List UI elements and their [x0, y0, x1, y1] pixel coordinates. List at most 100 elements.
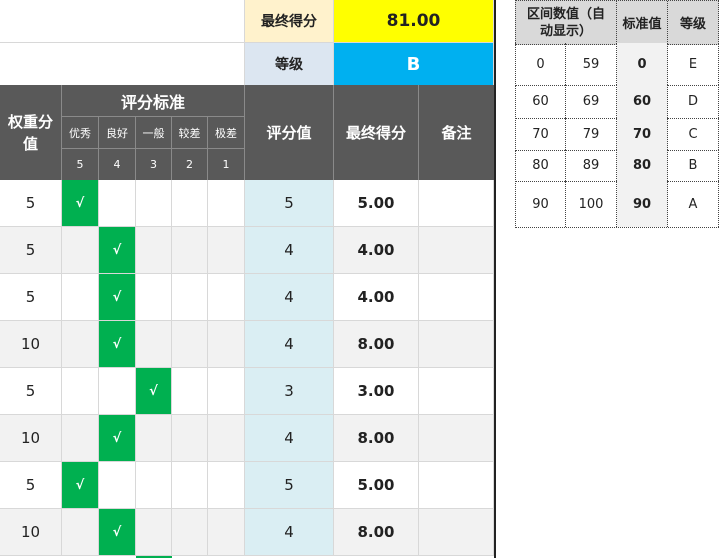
check-cell[interactable]: √ — [62, 180, 99, 227]
check-cell[interactable]: √ — [99, 509, 136, 556]
grade-letter[interactable]: A — [668, 181, 719, 227]
score-cell[interactable]: 4 — [245, 415, 334, 462]
header-score: 评分值 — [245, 85, 334, 180]
check-cell[interactable] — [62, 227, 99, 274]
range-low[interactable]: 90 — [516, 181, 566, 227]
grade-letter[interactable]: B — [668, 150, 719, 181]
check-cell[interactable] — [62, 509, 99, 556]
score-cell[interactable]: 4 — [245, 509, 334, 556]
score-cell[interactable]: 5 — [245, 462, 334, 509]
check-cell[interactable] — [172, 227, 208, 274]
check-cell[interactable] — [208, 462, 245, 509]
header-criteria: 评分标准 — [62, 85, 245, 117]
range-high[interactable]: 59 — [566, 43, 617, 85]
check-cell[interactable]: √ — [99, 227, 136, 274]
weight-cell[interactable]: 5 — [0, 180, 62, 227]
final-score-cell[interactable]: 8.00 — [334, 415, 419, 462]
check-cell[interactable] — [99, 368, 136, 415]
note-cell[interactable] — [419, 415, 494, 462]
check-cell[interactable] — [172, 509, 208, 556]
check-cell[interactable]: √ — [99, 415, 136, 462]
check-cell[interactable] — [208, 509, 245, 556]
final-score-cell[interactable]: 3.00 — [334, 368, 419, 415]
weight-cell[interactable]: 10 — [0, 509, 62, 556]
score-cell[interactable]: 4 — [245, 274, 334, 321]
note-cell[interactable] — [419, 274, 494, 321]
standard-value[interactable]: 60 — [617, 85, 668, 118]
standard-value[interactable]: 70 — [617, 118, 668, 150]
check-cell[interactable] — [136, 321, 172, 368]
check-cell[interactable] — [62, 321, 99, 368]
weight-cell[interactable]: 5 — [0, 368, 62, 415]
grade-letter[interactable]: C — [668, 118, 719, 150]
check-cell[interactable] — [208, 180, 245, 227]
check-cell[interactable] — [136, 509, 172, 556]
weight-cell[interactable]: 10 — [0, 415, 62, 462]
grade-letter[interactable]: D — [668, 85, 719, 118]
range-high[interactable]: 89 — [566, 150, 617, 181]
standard-value[interactable]: 0 — [617, 43, 668, 85]
check-cell[interactable] — [136, 227, 172, 274]
standard-value[interactable]: 80 — [617, 150, 668, 181]
table-row: 10 √ 4 8.00 — [0, 321, 494, 368]
standard-value[interactable]: 90 — [617, 181, 668, 227]
check-cell[interactable] — [99, 462, 136, 509]
check-cell[interactable] — [172, 180, 208, 227]
final-score-value[interactable]: 81.00 — [334, 0, 494, 43]
weight-cell[interactable]: 5 — [0, 227, 62, 274]
grade-value[interactable]: B — [334, 43, 494, 85]
note-cell[interactable] — [419, 321, 494, 368]
check-cell[interactable] — [208, 368, 245, 415]
check-cell[interactable] — [136, 462, 172, 509]
range-low[interactable]: 60 — [516, 85, 566, 118]
weight-cell[interactable]: 10 — [0, 321, 62, 368]
check-cell[interactable] — [62, 368, 99, 415]
final-score-cell[interactable]: 8.00 — [334, 321, 419, 368]
check-cell[interactable] — [136, 180, 172, 227]
grade-letter[interactable]: E — [668, 43, 719, 85]
range-high[interactable]: 100 — [566, 181, 617, 227]
summary-empty-cell-2[interactable] — [0, 43, 245, 85]
final-score-cell[interactable]: 4.00 — [334, 274, 419, 321]
check-cell[interactable] — [62, 274, 99, 321]
check-cell[interactable] — [172, 462, 208, 509]
check-cell[interactable] — [62, 415, 99, 462]
check-cell[interactable] — [136, 274, 172, 321]
check-cell[interactable] — [136, 415, 172, 462]
check-cell[interactable] — [172, 368, 208, 415]
final-score-cell[interactable]: 4.00 — [334, 227, 419, 274]
summary-empty-cell-1[interactable] — [0, 0, 245, 43]
score-cell[interactable]: 5 — [245, 180, 334, 227]
note-cell[interactable] — [419, 462, 494, 509]
check-cell[interactable] — [172, 321, 208, 368]
range-high[interactable]: 69 — [566, 85, 617, 118]
score-cell[interactable]: 4 — [245, 227, 334, 274]
range-header: 区间数值（自动显示） — [516, 1, 617, 44]
weight-cell[interactable]: 5 — [0, 462, 62, 509]
check-cell[interactable] — [99, 180, 136, 227]
note-cell[interactable] — [419, 368, 494, 415]
check-cell[interactable] — [208, 274, 245, 321]
note-cell[interactable] — [419, 227, 494, 274]
range-low[interactable]: 70 — [516, 118, 566, 150]
check-cell[interactable] — [208, 321, 245, 368]
range-high[interactable]: 79 — [566, 118, 617, 150]
check-cell[interactable]: √ — [136, 368, 172, 415]
range-low[interactable]: 80 — [516, 150, 566, 181]
check-cell[interactable] — [172, 274, 208, 321]
weight-cell[interactable]: 5 — [0, 274, 62, 321]
check-cell[interactable]: √ — [62, 462, 99, 509]
check-cell[interactable] — [208, 227, 245, 274]
check-cell[interactable] — [208, 415, 245, 462]
note-cell[interactable] — [419, 509, 494, 556]
check-cell[interactable]: √ — [99, 274, 136, 321]
final-score-cell[interactable]: 5.00 — [334, 462, 419, 509]
check-cell[interactable] — [172, 415, 208, 462]
score-cell[interactable]: 3 — [245, 368, 334, 415]
note-cell[interactable] — [419, 180, 494, 227]
range-low[interactable]: 0 — [516, 43, 566, 85]
check-cell[interactable]: √ — [99, 321, 136, 368]
final-score-cell[interactable]: 8.00 — [334, 509, 419, 556]
final-score-cell[interactable]: 5.00 — [334, 180, 419, 227]
score-cell[interactable]: 4 — [245, 321, 334, 368]
